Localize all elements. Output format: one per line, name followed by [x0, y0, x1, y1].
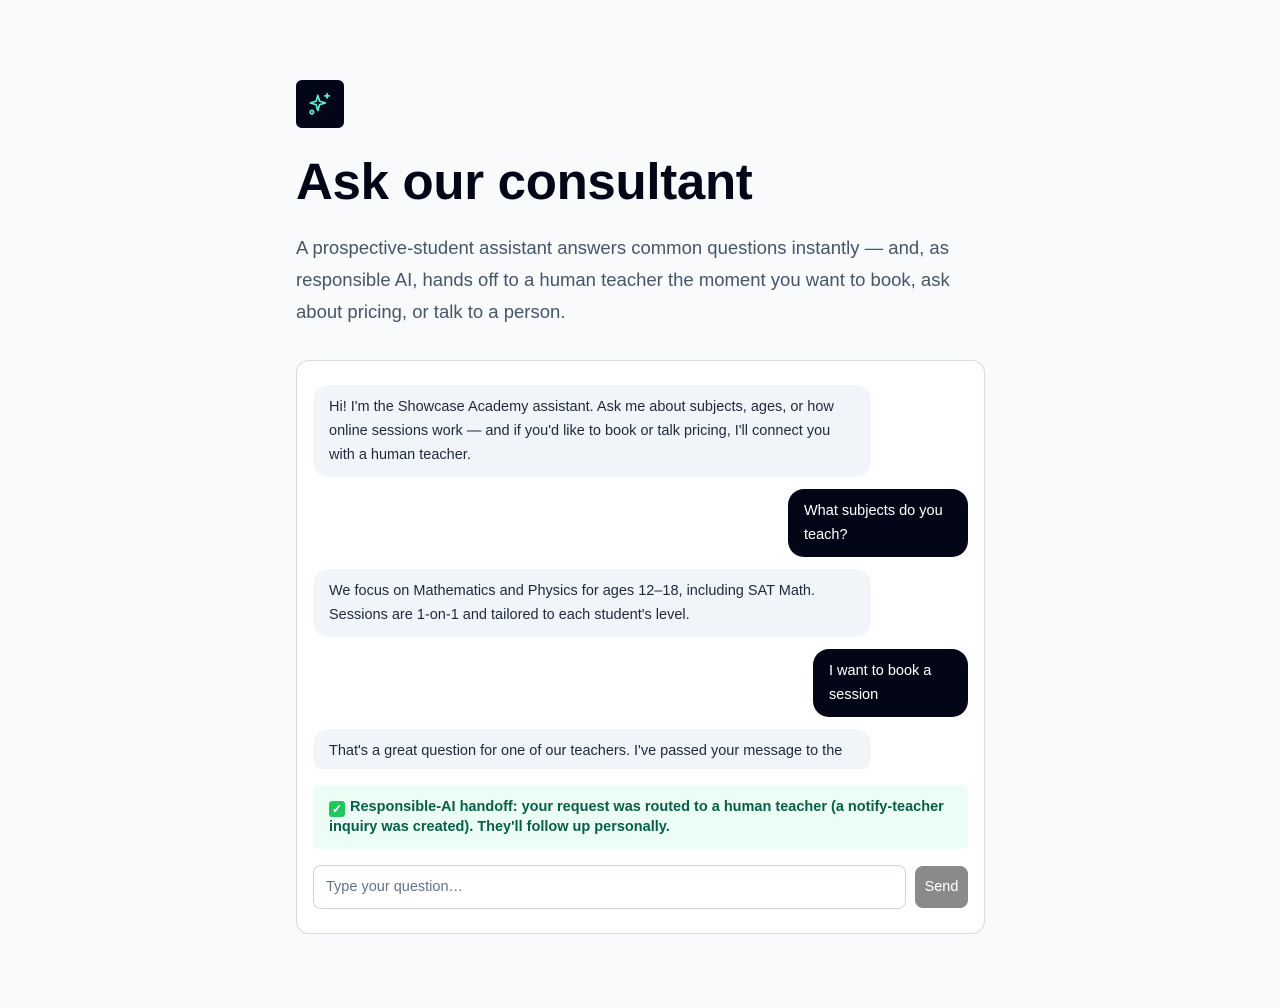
chat-card: Hi! I'm the Showcase Academy assistant. … — [296, 360, 985, 934]
page-container: Ask our consultant A prospective-student… — [296, 80, 985, 934]
handoff-notice: ✓ Responsible-AI handoff: your request wa… — [313, 785, 968, 849]
sparkles-icon — [309, 92, 331, 115]
user-message: I want to book a session — [813, 649, 968, 717]
composer: Send — [313, 865, 968, 909]
question-input[interactable] — [313, 865, 906, 909]
check-icon: ✓ — [329, 801, 345, 817]
logo-badge — [296, 80, 344, 128]
handoff-text: Responsible-AI handoff: your request was… — [329, 799, 944, 835]
send-button[interactable]: Send — [915, 866, 968, 908]
assistant-message: Hi! I'm the Showcase Academy assistant. … — [313, 385, 871, 477]
page-subtitle: A prospective-student assistant answers … — [296, 237, 950, 322]
assistant-message: We focus on Mathematics and Physics for … — [313, 569, 871, 637]
assistant-message: That's a great question for one of our t… — [313, 729, 871, 769]
user-message: What subjects do you teach? — [788, 489, 968, 557]
page-title: Ask our consultant — [296, 153, 753, 210]
message-list[interactable]: Hi! I'm the Showcase Academy assistant. … — [313, 385, 968, 769]
